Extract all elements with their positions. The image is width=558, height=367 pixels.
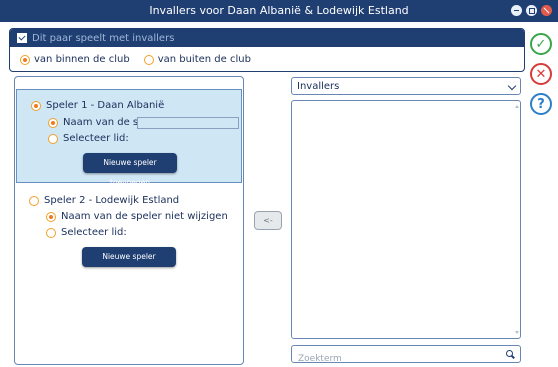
radio-inside-dot[interactable] — [20, 54, 30, 65]
pair-checkbox-label: Dit paar speelt met invallers — [32, 32, 175, 44]
search-icon[interactable] — [506, 350, 513, 357]
player-2-select-dot[interactable] — [46, 227, 56, 238]
pair-checkbox-row[interactable]: Dit paar speelt met invallers — [10, 29, 524, 47]
maximize-icon[interactable] — [526, 5, 537, 16]
ok-button[interactable]: ✓ — [530, 33, 552, 55]
pair-checkbox[interactable] — [17, 33, 27, 43]
player-1-select-dot[interactable] — [48, 133, 58, 144]
players-panel: Speler 1 - Daan Albanië Naam van de spel… — [14, 76, 244, 365]
player-2-select-option[interactable]: Selecteer lid: — [46, 227, 127, 238]
question-circle-icon: ? — [537, 96, 545, 112]
check-circle-icon: ✓ — [535, 36, 547, 52]
radio-inside-club[interactable]: van binnen de club — [20, 54, 130, 65]
minimize-icon[interactable] — [511, 5, 522, 16]
player-2-radio[interactable]: Speler 2 - Lodewijk Estland — [29, 195, 179, 206]
x-circle-icon: ✕ — [535, 66, 547, 82]
window-title: Invallers voor Daan Albanië & Lodewijk E… — [149, 4, 409, 17]
radio-inside-label: van binnen de club — [34, 54, 130, 65]
invallers-list[interactable] — [291, 100, 521, 339]
list-scrollbar[interactable] — [515, 105, 519, 334]
player-1-new-button[interactable]: Nieuwe speler toevoegen — [83, 153, 177, 187]
invaller-options-panel: Dit paar speelt met invallers van binnen… — [9, 28, 525, 72]
player-2-radio-dot[interactable] — [29, 195, 39, 206]
radio-outside-dot[interactable] — [143, 54, 154, 65]
player-1-radio[interactable]: Speler 1 - Daan Albanië — [31, 100, 164, 111]
close-icon[interactable] — [541, 5, 552, 16]
chevron-down-icon — [507, 81, 517, 91]
title-bar: Invallers voor Daan Albanië & Lodewijk E… — [0, 0, 558, 22]
player-1-keep-dot[interactable] — [48, 117, 58, 128]
invallers-select-value: Invallers — [297, 81, 340, 92]
player-2-new-button[interactable]: Nieuwe speler toevoegen — [82, 247, 176, 281]
player-2-keep-label: Naam van de speler niet wijzigen — [61, 211, 228, 222]
cancel-button[interactable]: ✕ — [530, 63, 552, 85]
player-2-select-label: Selecteer lid: — [61, 227, 127, 238]
radio-outside-label: van buiten de club — [157, 54, 251, 65]
help-button[interactable]: ? — [530, 93, 552, 115]
search-input[interactable] — [298, 354, 488, 364]
player-1-name-field[interactable] — [137, 117, 239, 129]
radio-outside-club[interactable]: van buiten de club — [143, 54, 251, 65]
player-1-select-label: Selecteer lid: — [63, 133, 129, 144]
player-2-label: Speler 2 - Lodewijk Estland — [44, 195, 180, 206]
invallers-select[interactable]: Invallers — [291, 77, 521, 95]
player-2-keep-dot[interactable] — [46, 211, 56, 222]
player-1-radio-dot[interactable] — [31, 100, 41, 111]
window-controls — [511, 5, 552, 17]
scroll-down-icon[interactable] — [515, 331, 519, 334]
player-2-keep-option[interactable]: Naam van de speler niet wijzigen — [46, 211, 228, 222]
player-1-select-option[interactable]: Selecteer lid: — [48, 133, 129, 144]
player-1-label: Speler 1 - Daan Albanië — [46, 100, 165, 111]
move-left-button[interactable]: <- — [254, 211, 282, 230]
search-box[interactable] — [291, 345, 521, 364]
player-1-box[interactable]: Speler 1 - Daan Albanië Naam van de spel… — [16, 89, 242, 187]
source-radio-group: van binnen de club van buiten de club — [20, 54, 251, 65]
scroll-up-icon[interactable] — [515, 105, 519, 108]
